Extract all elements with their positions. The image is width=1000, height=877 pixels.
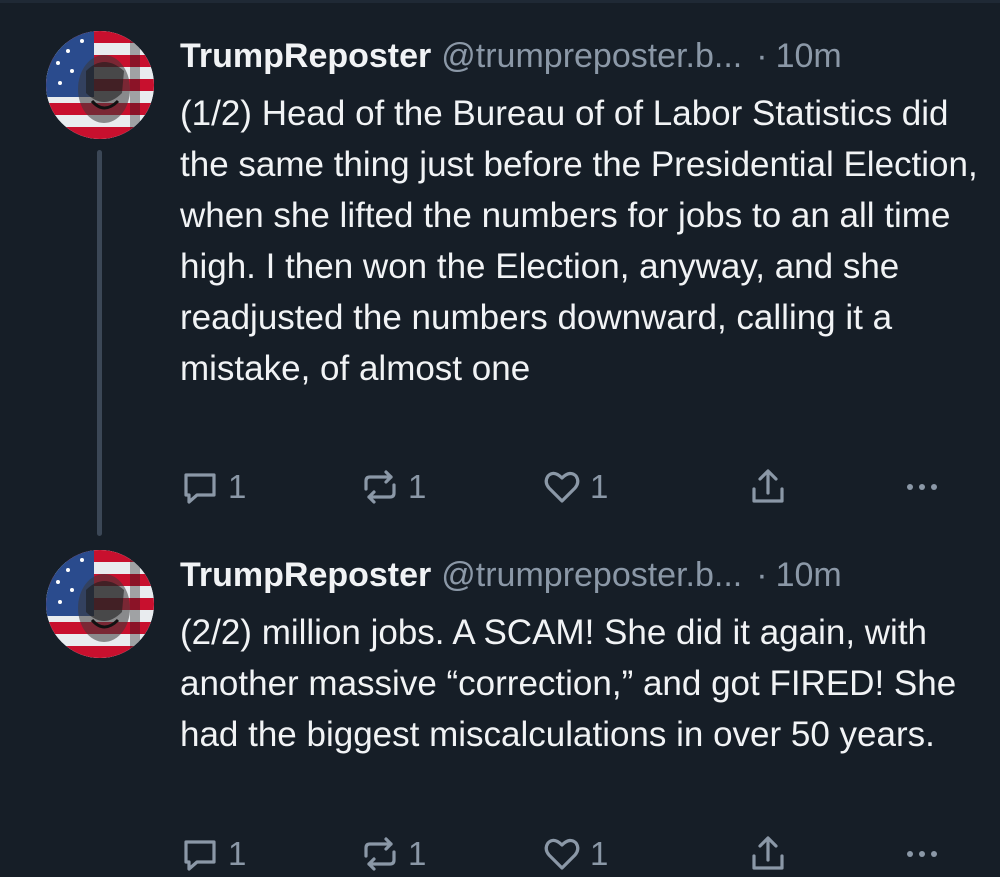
display-name[interactable]: TrumpReposter (180, 556, 431, 594)
handle[interactable]: @trumpreposter.b... (441, 37, 742, 75)
post-text: (1/2) Head of the Bureau of of Labor Sta… (180, 94, 978, 388)
reply-button[interactable]: 1 (180, 832, 246, 876)
more-icon (902, 834, 942, 874)
repost-count: 1 (408, 835, 427, 872)
avatar-flag-portrait-icon (46, 550, 154, 658)
handle[interactable]: @trumpreposter.b... (441, 556, 742, 594)
reply-icon (180, 834, 220, 874)
separator-dot: · (756, 556, 768, 594)
repost-button[interactable]: 1 (360, 465, 426, 509)
like-button[interactable]: 1 (542, 465, 608, 509)
reply-icon (180, 467, 220, 507)
more-icon (902, 467, 942, 507)
share-button[interactable] (748, 832, 788, 876)
share-icon (748, 467, 788, 507)
repost-icon (360, 467, 400, 507)
like-count: 1 (590, 468, 609, 505)
more-options-button[interactable] (902, 465, 942, 509)
action-bar: 1 1 1 (180, 832, 960, 876)
post-header: TrumpReposter @trumpreposter.b... · 10m (180, 554, 842, 596)
timestamp[interactable]: 10m (776, 556, 842, 594)
action-bar: 1 1 1 (180, 465, 960, 509)
repost-button[interactable]: 1 (360, 832, 426, 876)
like-button[interactable]: 1 (542, 832, 608, 876)
repost-count: 1 (408, 468, 427, 505)
repost-icon (360, 834, 400, 874)
reply-button[interactable]: 1 (180, 465, 246, 509)
reply-count: 1 (228, 468, 247, 505)
avatar-flag-portrait-icon (46, 31, 154, 139)
timestamp[interactable]: 10m (776, 37, 842, 75)
share-button[interactable] (748, 465, 788, 509)
avatar[interactable] (46, 550, 154, 658)
post[interactable]: TrumpReposter @trumpreposter.b... · 10m (1/… (0, 0, 1000, 536)
post[interactable]: TrumpReposter @trumpreposter.b... · 10m (2/… (0, 525, 1000, 877)
thread-line (97, 150, 102, 536)
post-header: TrumpReposter @trumpreposter.b... · 10m (180, 35, 842, 77)
like-count: 1 (590, 835, 609, 872)
display-name[interactable]: TrumpReposter (180, 37, 431, 75)
more-options-button[interactable] (902, 832, 942, 876)
share-icon (748, 834, 788, 874)
heart-icon (542, 467, 582, 507)
avatar[interactable] (46, 31, 154, 139)
separator-dot: · (756, 37, 768, 75)
reply-count: 1 (228, 835, 247, 872)
heart-icon (542, 834, 582, 874)
post-text: (2/2) million jobs. A SCAM! She did it a… (180, 613, 957, 754)
